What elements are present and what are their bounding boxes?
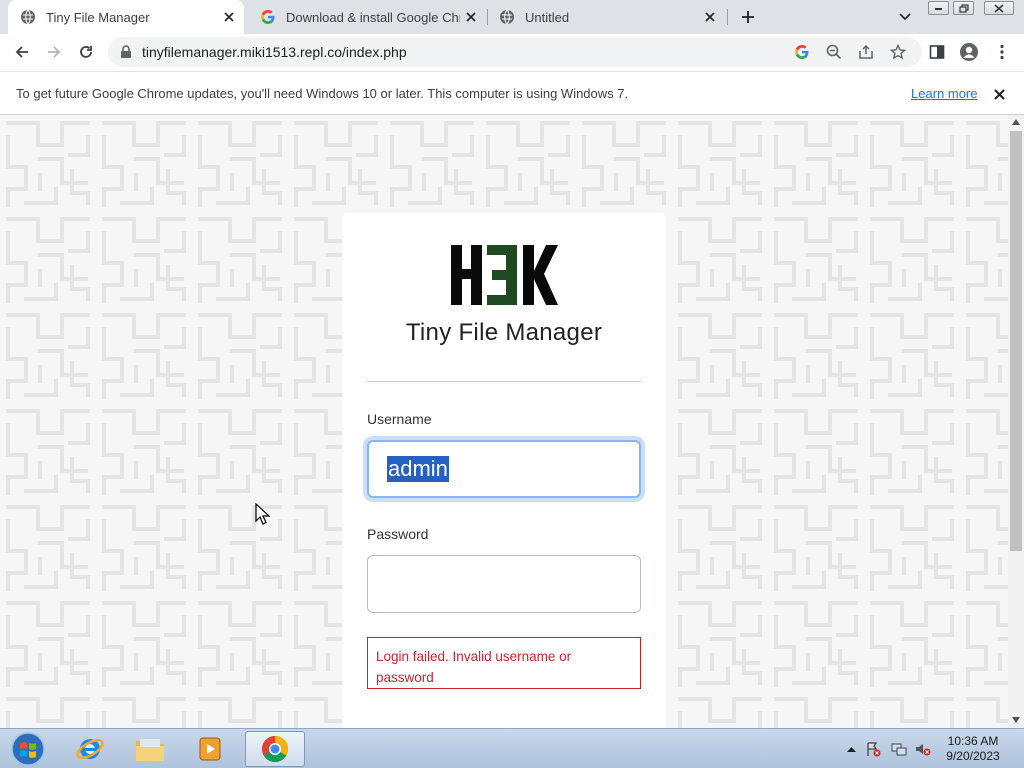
- action-center-flag-icon[interactable]: [865, 741, 881, 757]
- url-text: tinyfilemanager.miki1513.repl.co/index.p…: [142, 44, 407, 60]
- kebab-menu-icon: [1000, 44, 1004, 60]
- mouse-cursor-icon: [255, 503, 271, 525]
- tab-untitled[interactable]: Untitled: [487, 0, 725, 34]
- login-card: Tiny File Manager Username admin Passwor…: [342, 213, 666, 728]
- restore-button[interactable]: [953, 1, 974, 15]
- taskbar-file-explorer[interactable]: [122, 731, 178, 767]
- avatar-icon: [960, 43, 978, 61]
- update-infobar: To get future Google Chrome updates, you…: [0, 71, 1024, 115]
- browser-toolbar: tinyfilemanager.miki1513.repl.co/index.p…: [0, 34, 1024, 71]
- internet-explorer-icon: [76, 739, 104, 759]
- new-tab-icon[interactable]: [736, 6, 760, 28]
- show-hidden-icons-chevron-up-icon[interactable]: [843, 741, 859, 757]
- scrollbar-thumb[interactable]: [1010, 131, 1022, 551]
- restore-icon: [958, 3, 969, 13]
- arrow-left-icon: [15, 46, 28, 58]
- network-icon[interactable]: [891, 741, 907, 757]
- profile-button[interactable]: [955, 38, 983, 66]
- taskbar-media-player[interactable]: [182, 731, 238, 767]
- forward-button[interactable]: [40, 38, 68, 66]
- username-value: admin: [387, 456, 449, 482]
- password-input[interactable]: [367, 555, 641, 613]
- tab-search-chevron-down-icon[interactable]: [895, 8, 915, 26]
- taskbar-clock[interactable]: 10:36 AM 9/20/2023: [940, 734, 1006, 764]
- vertical-scrollbar[interactable]: [1008, 115, 1024, 728]
- username-input[interactable]: admin: [367, 440, 641, 498]
- taskbar-chrome[interactable]: [245, 731, 305, 767]
- side-panel-button[interactable]: [923, 38, 951, 66]
- password-label: Password: [367, 526, 429, 542]
- tab-title: Untitled: [525, 9, 570, 25]
- tab-tiny-file-manager[interactable]: Tiny File Manager: [8, 0, 244, 34]
- back-button[interactable]: [8, 38, 36, 66]
- reload-icon: [80, 46, 92, 58]
- share-icon[interactable]: [858, 44, 874, 60]
- tab-download-chrome[interactable]: Download & install Google Chro: [248, 0, 486, 34]
- tab-strip: Tiny File Manager Download & install Goo…: [0, 0, 1024, 34]
- menu-button[interactable]: [988, 38, 1016, 66]
- scroll-down-icon[interactable]: [1012, 717, 1020, 723]
- close-icon: [994, 3, 1004, 13]
- folder-icon: [136, 739, 164, 761]
- address-bar[interactable]: tinyfilemanager.miki1513.repl.co/index.p…: [108, 37, 922, 67]
- clock-date: 9/20/2023: [946, 749, 1000, 763]
- page-content: Tiny File Manager Username admin Passwor…: [0, 115, 1008, 728]
- tab-title: Download & install Google Chro: [286, 9, 460, 25]
- windows-taskbar: 10:36 AM 9/20/2023: [0, 728, 1024, 768]
- login-error-alert: Login failed. Invalid username or passwo…: [367, 637, 641, 689]
- tab-close-icon[interactable]: [460, 6, 482, 28]
- side-panel-icon: [929, 45, 945, 59]
- volume-muted-icon[interactable]: [915, 741, 931, 757]
- globe-icon: [500, 9, 514, 25]
- reload-button[interactable]: [72, 38, 100, 66]
- google-lens-g-icon[interactable]: [794, 44, 810, 60]
- scroll-up-icon[interactable]: [1012, 119, 1020, 125]
- start-button[interactable]: [0, 731, 56, 767]
- globe-icon: [21, 9, 35, 25]
- tab-title: Tiny File Manager: [46, 9, 150, 25]
- close-window-button[interactable]: [984, 1, 1014, 15]
- clock-time: 10:36 AM: [947, 734, 999, 748]
- infobar-message: To get future Google Chrome updates, you…: [16, 86, 629, 101]
- windows-start-icon: [11, 732, 45, 766]
- divider: [367, 381, 641, 382]
- app-title: Tiny File Manager: [405, 319, 603, 346]
- media-player-icon: [199, 737, 221, 761]
- learn-more-link[interactable]: Learn more: [911, 86, 977, 101]
- h3k-logo: [342, 243, 666, 314]
- tab-separator: [727, 9, 728, 25]
- tab-close-icon[interactable]: [218, 6, 240, 28]
- minimize-icon: [935, 8, 942, 10]
- bookmark-star-icon[interactable]: [890, 44, 906, 60]
- arrow-right-icon: [48, 46, 61, 58]
- lock-icon[interactable]: [120, 45, 132, 59]
- google-g-icon: [261, 10, 275, 24]
- zoom-out-icon[interactable]: [826, 44, 842, 60]
- username-label: Username: [367, 411, 432, 427]
- taskbar-internet-explorer[interactable]: [62, 731, 118, 767]
- chrome-icon: [261, 735, 289, 763]
- minimize-button[interactable]: [928, 1, 949, 15]
- tab-close-icon[interactable]: [699, 6, 721, 28]
- infobar-close-icon[interactable]: [990, 85, 1008, 103]
